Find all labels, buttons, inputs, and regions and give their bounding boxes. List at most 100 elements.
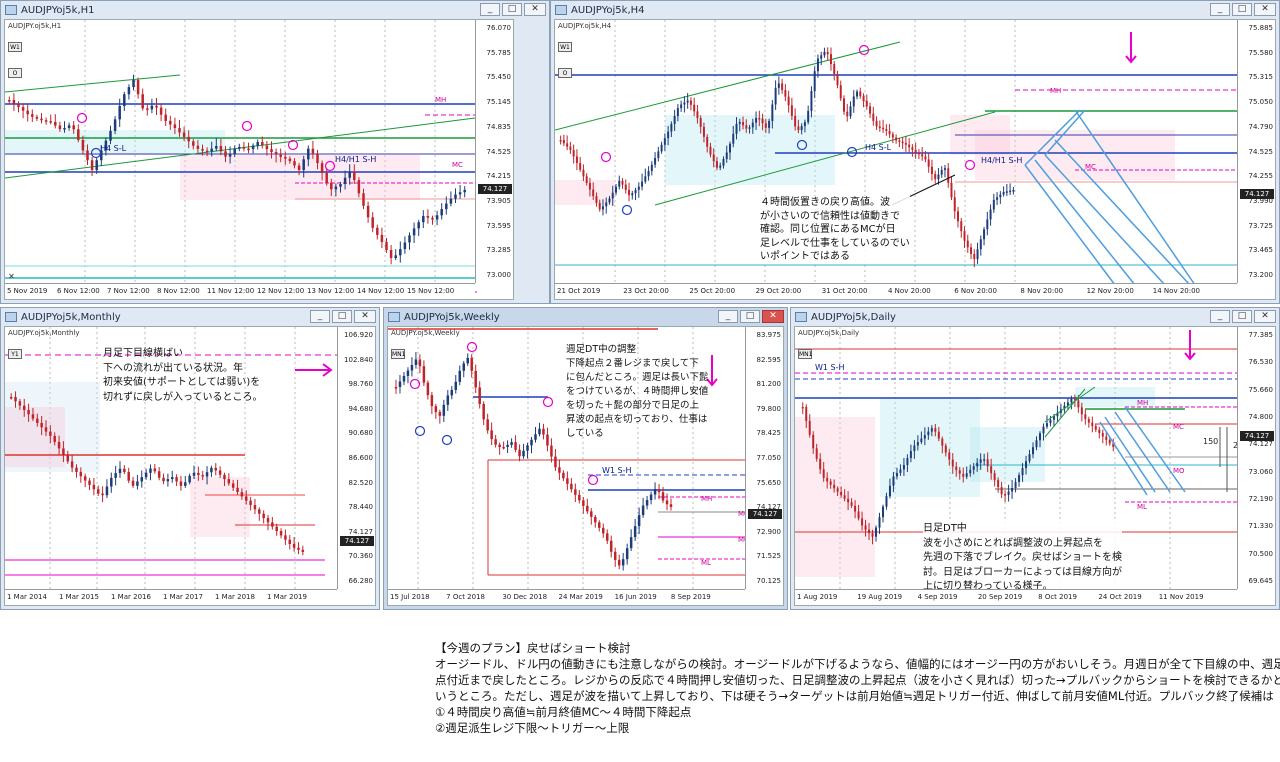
candle-body bbox=[948, 452, 951, 460]
chart-area[interactable]: AUDJPY.oj5k,Daily MN1 W1 S-H MH MC MO ML… bbox=[794, 326, 1276, 606]
candle-body bbox=[784, 90, 787, 97]
candle-body bbox=[72, 125, 75, 130]
candle-body bbox=[293, 161, 296, 166]
maximize-button[interactable]: □ bbox=[1232, 3, 1252, 16]
candle-body bbox=[1045, 423, 1048, 427]
candle-body bbox=[673, 116, 676, 124]
chart-window-weekly[interactable]: AUDJPYoj5k,Weekly _ □ ✕ AUDJPY.oj5k,Weekly… bbox=[383, 307, 788, 610]
title-bar[interactable]: AUDJPYoj5k,H4 _ □ ✕ bbox=[551, 1, 1279, 19]
projection-arrow bbox=[1099, 421, 1148, 496]
candle-body bbox=[715, 161, 718, 168]
chart-window-icon bbox=[5, 5, 17, 15]
swing-high-label: H4/H1 S-H bbox=[981, 156, 1023, 165]
candle-body bbox=[986, 459, 989, 467]
time-tick: 5 Nov 2019 bbox=[7, 287, 48, 295]
candle-body bbox=[292, 544, 296, 548]
candle-body bbox=[609, 540, 613, 552]
chart-area[interactable]: AUDJPY.oj5k,Monthly Y1 月足下目線横ばい 下への流れが出て… bbox=[4, 326, 376, 606]
candle-body bbox=[75, 467, 78, 472]
candle-body bbox=[738, 122, 741, 124]
chart-area[interactable]: AUDJPY.oj5k,H4 W1 O H4 S-L H4/H1 S-H MH … bbox=[554, 19, 1276, 300]
title-bar[interactable]: AUDJPYoj5k,Monthly _ □ ✕ bbox=[1, 308, 379, 326]
candle-body bbox=[275, 526, 278, 532]
close-indicator-icon[interactable]: ✕ bbox=[7, 272, 16, 281]
candle-body bbox=[566, 478, 569, 484]
close-button[interactable]: ✕ bbox=[1254, 3, 1276, 16]
candle-body bbox=[417, 222, 420, 229]
title-bar[interactable]: AUDJPYoj5k,H1 _ □ ✕ bbox=[1, 1, 549, 19]
timeframe-button[interactable]: MN1 bbox=[391, 349, 405, 359]
maximize-button[interactable]: □ bbox=[502, 3, 522, 16]
candle-body bbox=[258, 509, 261, 514]
candle-body bbox=[542, 428, 545, 435]
candle-body bbox=[144, 472, 148, 478]
close-button[interactable]: ✕ bbox=[1254, 310, 1276, 323]
settings-button[interactable]: O bbox=[8, 68, 22, 78]
title-bar[interactable]: AUDJPYoj5k,Weekly _ □ ✕ bbox=[384, 308, 787, 326]
timeframe-button[interactable]: MN1 bbox=[798, 349, 812, 359]
swing-circle bbox=[466, 341, 478, 353]
candle-body bbox=[95, 160, 98, 170]
candle-body bbox=[494, 439, 497, 445]
chart-window-h1[interactable]: AUDJPYoj5k,H1 _ □ ✕ AUDJPY.oj5k,H1 W1 O H4… bbox=[0, 0, 550, 304]
candle-body bbox=[1035, 440, 1038, 448]
candle-body bbox=[92, 484, 96, 490]
candle-body bbox=[40, 118, 43, 121]
candle-body bbox=[123, 468, 126, 473]
swing-circle bbox=[76, 112, 88, 124]
minimize-button[interactable]: _ bbox=[310, 310, 330, 323]
minimize-button[interactable]: _ bbox=[1210, 310, 1230, 323]
candle-body bbox=[970, 247, 973, 254]
candle-body bbox=[997, 480, 1000, 488]
candle-body bbox=[247, 148, 250, 151]
candle-body bbox=[856, 91, 859, 97]
price-tick: 76.070 bbox=[486, 24, 512, 32]
maximize-button[interactable]: □ bbox=[1232, 310, 1252, 323]
candles-h4 bbox=[555, 20, 1239, 287]
candle-body bbox=[192, 141, 195, 146]
candle-body bbox=[14, 397, 17, 402]
candle-body bbox=[228, 154, 232, 157]
candle-body bbox=[645, 500, 649, 506]
candle-body bbox=[801, 407, 804, 409]
chart-area[interactable]: AUDJPY.oj5k,Weekly MN1 W1 S-H MH MC MO M… bbox=[387, 326, 784, 606]
timeframe-button[interactable]: Y1 bbox=[8, 349, 22, 359]
candle-body bbox=[86, 150, 89, 161]
candle-body bbox=[797, 126, 800, 131]
close-button[interactable]: ✕ bbox=[524, 3, 546, 16]
candle-body bbox=[615, 186, 617, 193]
price-tick: 74.127 bbox=[348, 527, 374, 536]
minimize-button[interactable]: _ bbox=[718, 310, 738, 323]
chart-area[interactable]: AUDJPY.oj5k,H1 W1 O H4 S-L H4/H1 S-H MH … bbox=[4, 19, 514, 300]
maximize-button[interactable]: □ bbox=[332, 310, 352, 323]
timeframe-button[interactable]: W1 bbox=[558, 42, 572, 52]
settings-button[interactable]: O bbox=[558, 68, 572, 78]
candle-body bbox=[628, 189, 631, 196]
candle-body bbox=[110, 477, 113, 487]
time-tick: 15 Jul 2018 bbox=[390, 593, 430, 601]
candle-body bbox=[992, 199, 995, 210]
timeframe-button[interactable]: W1 bbox=[8, 42, 22, 52]
candle-body bbox=[510, 442, 513, 445]
chart-window-daily[interactable]: AUDJPYoj5k,Daily _ □ ✕ AUDJPY.oj5k,Daily M… bbox=[790, 307, 1280, 610]
price-tick: 73.905 bbox=[486, 196, 512, 205]
candle-body bbox=[49, 121, 52, 123]
minimize-button[interactable]: _ bbox=[480, 3, 500, 16]
price-tick: 74.790 bbox=[1248, 122, 1274, 131]
chart-window-monthly[interactable]: AUDJPYoj5k,Monthly _ □ ✕ AUDJPY.oj5k,Month… bbox=[0, 307, 380, 610]
candle-body bbox=[284, 156, 287, 159]
price-tick: 74.800 bbox=[1248, 413, 1274, 421]
candle-body bbox=[693, 104, 696, 112]
chart-window-h4[interactable]: AUDJPYoj5k,H4 _ □ ✕ AUDJPY.oj5k,H4 W1 O H4… bbox=[550, 0, 1280, 304]
maximize-button[interactable]: □ bbox=[740, 310, 760, 323]
close-button[interactable]: ✕ bbox=[762, 310, 784, 323]
candle-body bbox=[629, 537, 633, 549]
candle-body bbox=[1087, 419, 1090, 423]
candle-body bbox=[906, 458, 909, 465]
candle-body bbox=[238, 146, 241, 149]
candle-body bbox=[854, 505, 857, 512]
candle-body bbox=[362, 193, 365, 206]
minimize-button[interactable]: _ bbox=[1210, 3, 1230, 16]
title-bar[interactable]: AUDJPYoj5k,Daily _ □ ✕ bbox=[791, 308, 1279, 326]
close-button[interactable]: ✕ bbox=[354, 310, 376, 323]
